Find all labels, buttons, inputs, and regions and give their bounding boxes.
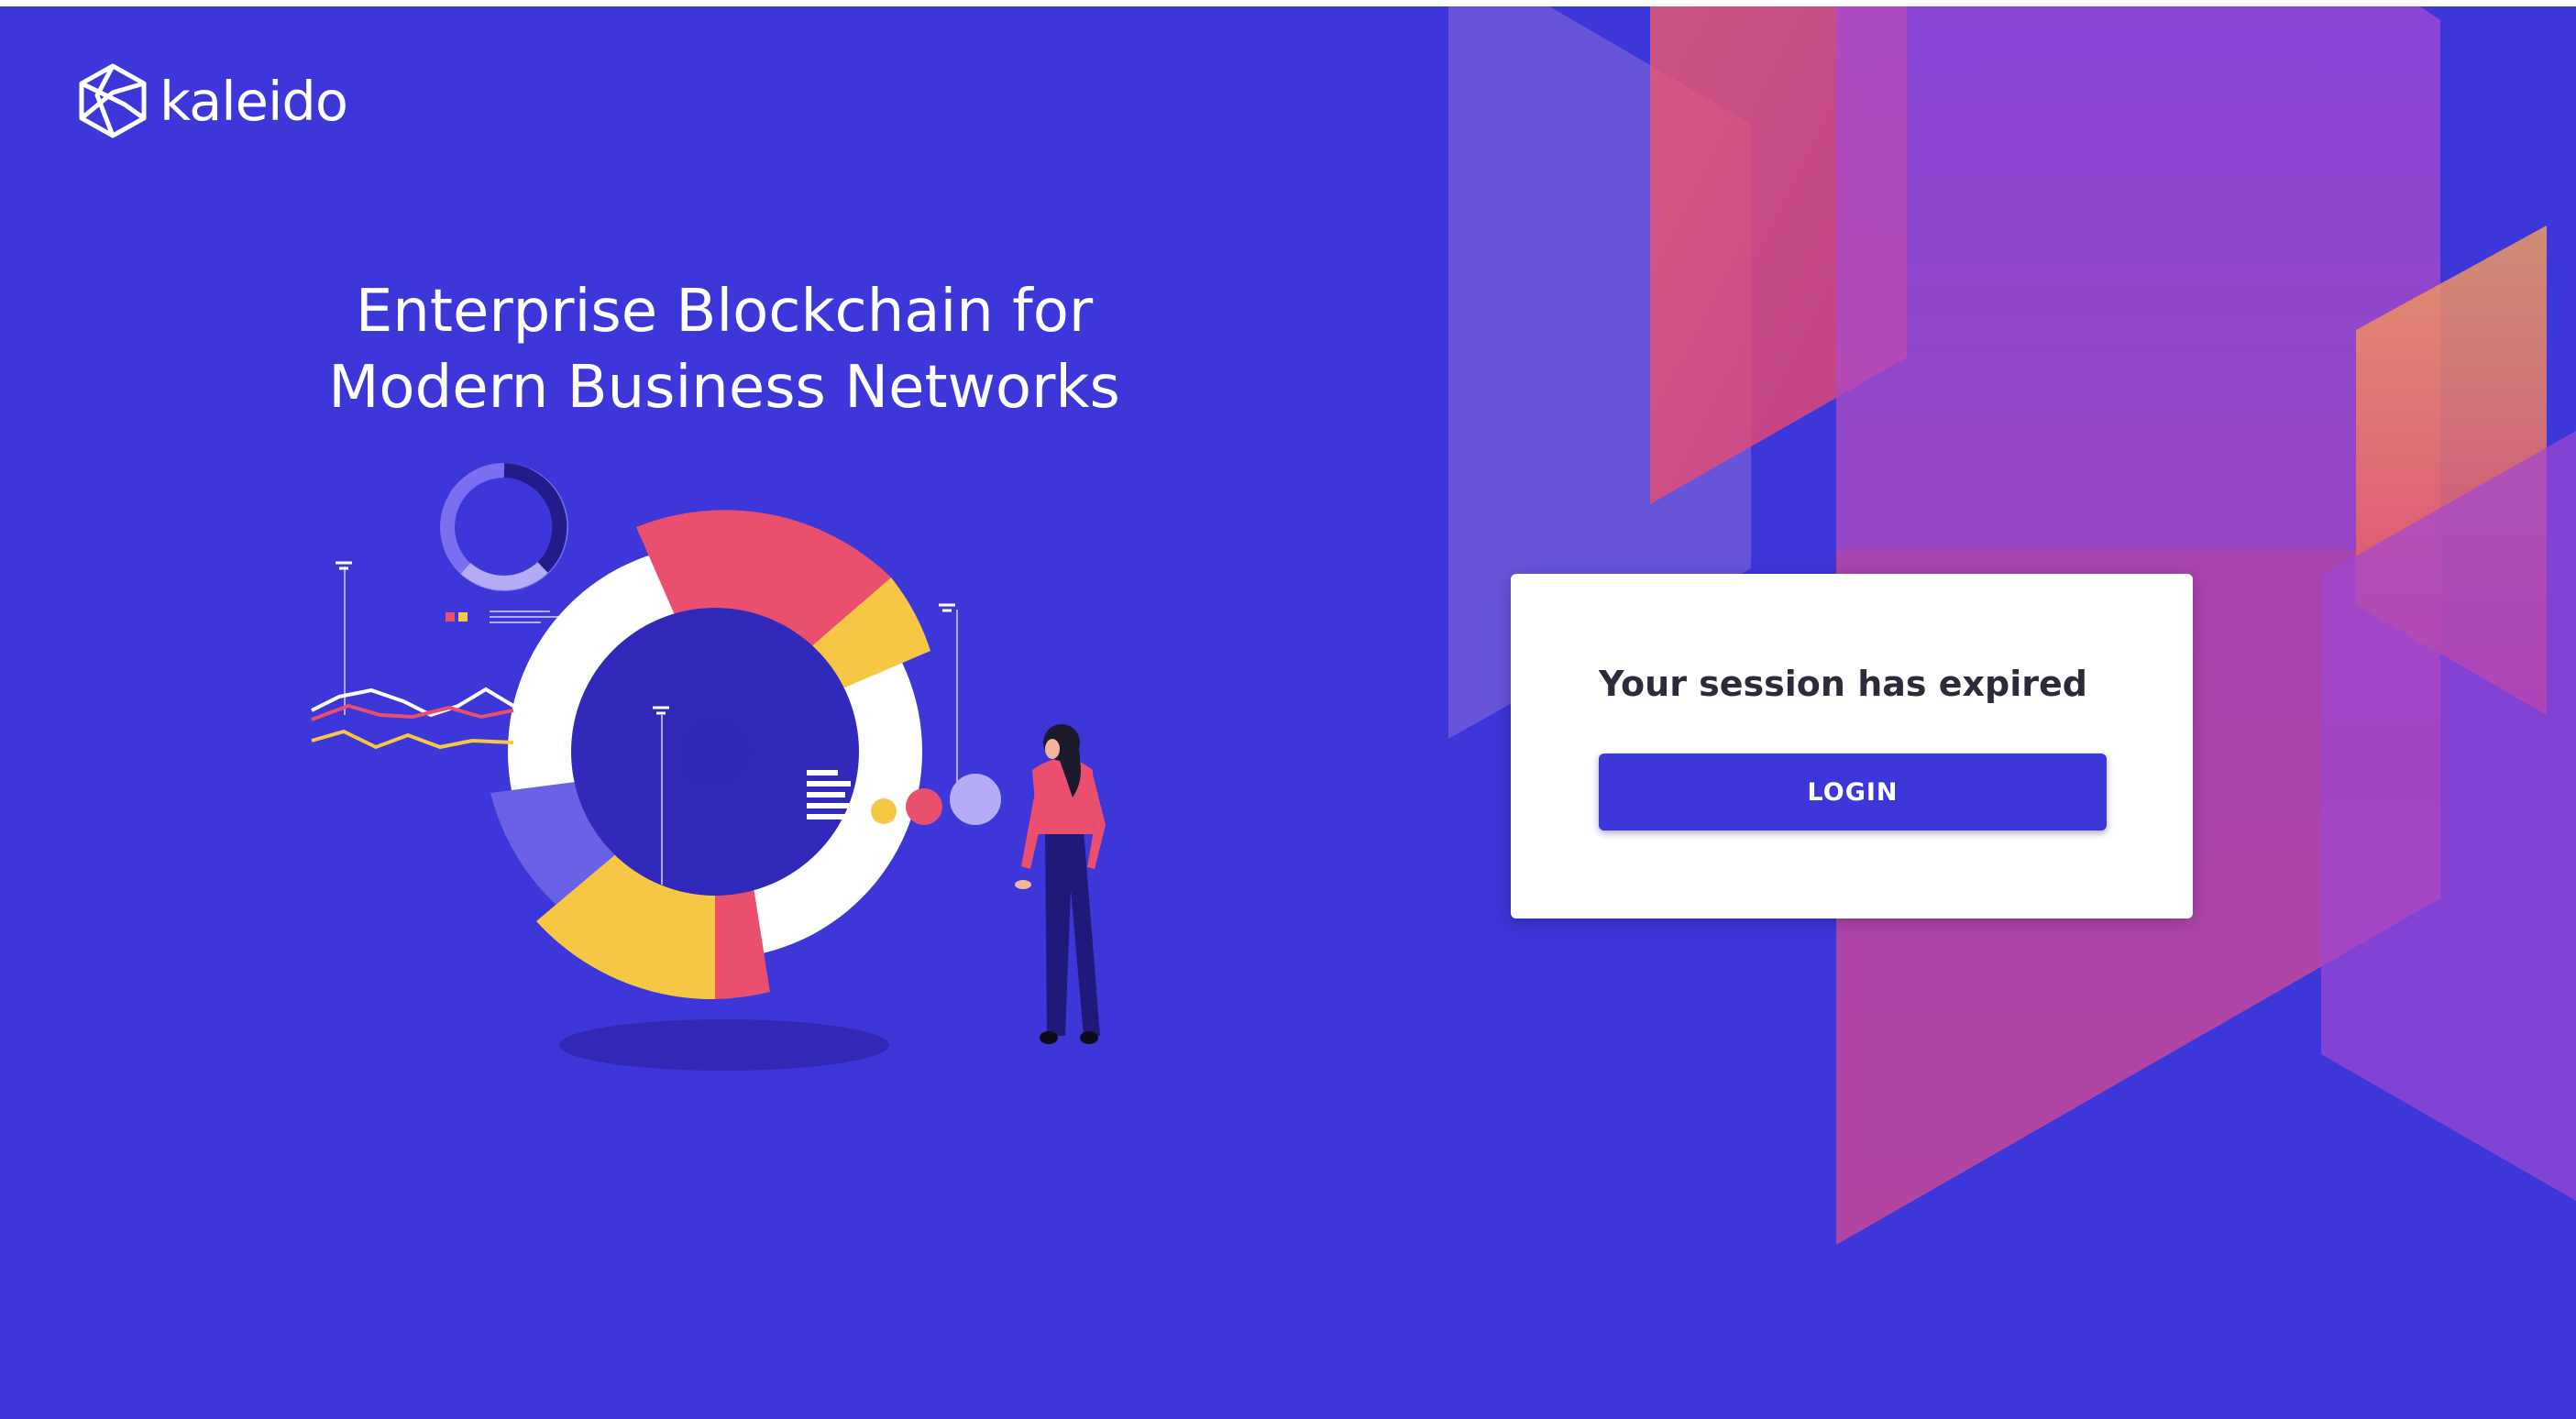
legend-square-pink [446,612,455,622]
dot-yellow [871,798,897,824]
hero-line-2: Modern Business Networks [328,353,1120,422]
chart-line-white [311,687,515,718]
illustration-shadow [559,1019,889,1071]
hero-headline: Enterprise Blockchain for Modern Busines… [266,274,1183,426]
session-expired-card: Your session has expired LOGIN [1511,574,2193,918]
data-bar [807,803,858,808]
chart-line-pink [311,703,514,721]
session-expired-title: Your session has expired [1599,664,2087,704]
data-bar [807,781,851,786]
dot-pink [906,788,942,825]
data-bar [807,792,845,798]
data-bar [807,814,864,820]
data-bar [807,770,838,776]
hero-line-1: Enterprise Blockchain for [355,277,1094,346]
kaleido-hexagon-logo-icon [79,63,147,138]
legend-square-yellow [458,612,468,622]
brand-logo[interactable]: kaleido [77,62,348,139]
hero-illustration [311,463,1106,1071]
woman-figure [1015,724,1106,1044]
login-button[interactable]: LOGIN [1599,754,2107,830]
chart-line-yellow [311,729,514,750]
dot-lavender [950,774,1001,825]
small-donut-segment-light [460,561,548,590]
ring-center [571,608,859,896]
brand-name: kaleido [160,69,348,133]
